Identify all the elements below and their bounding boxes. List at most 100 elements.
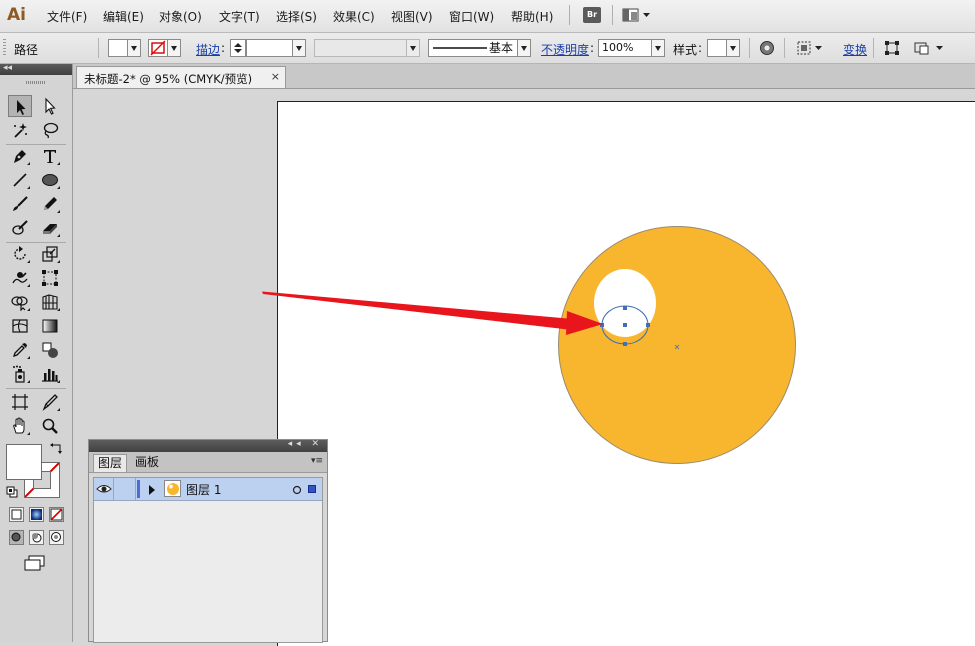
direct-selection-tool-icon — [45, 97, 56, 115]
slice-tool[interactable] — [38, 391, 62, 413]
lasso-tool[interactable] — [38, 119, 62, 141]
menu-help[interactable]: 帮助(H) — [511, 8, 553, 25]
perspective-grid-tool[interactable] — [38, 291, 62, 313]
menu-select[interactable]: 选择(S) — [276, 8, 317, 25]
rotate-tool[interactable] — [8, 243, 32, 265]
menu-edit[interactable]: 编辑(E) — [103, 8, 144, 25]
zoom-tool[interactable] — [38, 415, 62, 437]
stroke-weight-stepper[interactable] — [230, 39, 246, 57]
target-circle-icon — [292, 485, 302, 495]
swap-fill-stroke-button[interactable] — [49, 442, 63, 459]
ellipse-tool[interactable] — [38, 169, 62, 191]
default-fill-stroke-button[interactable] — [6, 486, 18, 501]
menu-type[interactable]: 文字(T) — [219, 8, 260, 25]
blob-brush-tool[interactable] — [8, 217, 32, 239]
menu-file[interactable]: 文件(F) — [47, 8, 87, 25]
free-transform-tool-icon — [42, 270, 58, 286]
draw-behind-icon — [32, 533, 42, 543]
panel-collapse-close-icon[interactable]: ◂◂ ✕ — [288, 439, 323, 449]
stroke-color-swatch[interactable] — [148, 39, 168, 57]
selection-tool[interactable] — [8, 95, 32, 117]
direct-selection-tool[interactable] — [38, 95, 62, 117]
tab-artboards[interactable]: 画板 — [131, 454, 163, 472]
tab-layers[interactable]: 图层 — [93, 454, 128, 472]
pen-tool[interactable] — [8, 145, 32, 167]
layer-thumbnail-preview — [167, 483, 179, 495]
layers-panel-header[interactable]: ◂◂ ✕ — [89, 439, 327, 452]
layer-row[interactable]: 图层 1 — [94, 478, 322, 501]
tools-panel-grip[interactable] — [26, 81, 46, 84]
collapse-icon[interactable]: ◂◂ — [3, 63, 12, 73]
isolate-selected-button[interactable] — [884, 40, 900, 56]
tools-panel-header[interactable]: ◂◂ — [0, 63, 72, 75]
stroke-panel-link[interactable]: 描边 — [196, 41, 220, 58]
recolor-artwork-button[interactable] — [759, 40, 775, 56]
pencil-tool[interactable] — [38, 193, 62, 215]
align-to-selection-icon — [797, 41, 822, 55]
menu-object[interactable]: 对象(O) — [159, 8, 202, 25]
opacity-dropdown[interactable] — [651, 39, 665, 57]
shape-builder-tool[interactable] — [8, 291, 32, 313]
selection-tool-icon — [17, 100, 26, 115]
menu-view[interactable]: 视图(V) — [391, 8, 433, 25]
graphic-style-swatch[interactable] — [707, 39, 727, 57]
gradient-tool[interactable] — [38, 315, 62, 337]
layer-name[interactable]: 图层 1 — [186, 481, 221, 498]
panel-menu-icon[interactable]: ▾≡ — [311, 456, 323, 466]
brush-definition-field[interactable]: 基本 — [428, 39, 518, 57]
fill-color-box[interactable] — [6, 444, 42, 480]
brush-definition-dropdown[interactable] — [517, 39, 531, 57]
menu-effect[interactable]: 效果(C) — [333, 8, 375, 25]
screen-mode-button[interactable] — [24, 555, 46, 574]
mesh-tool[interactable] — [8, 315, 32, 337]
eraser-tool[interactable] — [38, 217, 62, 239]
visibility-toggle[interactable] — [94, 478, 114, 500]
line-tool[interactable] — [8, 169, 32, 191]
scale-tool[interactable] — [38, 243, 62, 265]
symbol-sprayer-tool[interactable] — [8, 363, 32, 385]
arrange-documents-button[interactable] — [914, 40, 946, 56]
fill-color-swatch[interactable] — [108, 39, 128, 57]
draw-behind-button[interactable] — [29, 530, 44, 545]
menu-window[interactable]: 窗口(W) — [449, 8, 494, 25]
type-tool[interactable] — [38, 145, 62, 167]
hand-tool[interactable] — [8, 415, 32, 437]
eyedropper-tool[interactable] — [8, 339, 32, 361]
lock-toggle[interactable] — [114, 478, 136, 500]
blend-tool[interactable] — [38, 339, 62, 361]
artboard[interactable] — [277, 101, 975, 646]
fill-color-dropdown[interactable] — [127, 39, 141, 57]
stroke-weight-dropdown[interactable] — [292, 39, 306, 57]
magic-wand-tool[interactable] — [8, 119, 32, 141]
opacity-input[interactable]: 100% — [598, 39, 654, 57]
color-mode-button[interactable] — [9, 507, 24, 522]
artboard-tool[interactable] — [8, 391, 32, 413]
expand-layer-toggle[interactable] — [148, 484, 156, 498]
column-graph-tool[interactable] — [38, 363, 62, 385]
target-selection-button[interactable] — [292, 484, 302, 498]
control-bar-grip[interactable] — [3, 39, 6, 57]
artboard-tool-icon — [12, 394, 28, 410]
draw-inside-button[interactable] — [49, 530, 64, 545]
close-icon[interactable]: × — [271, 70, 280, 83]
document-tab[interactable]: 未标题-2* @ 95% (CMYK/预览) × — [76, 66, 286, 88]
tool-flyout-indicator — [27, 260, 30, 263]
bridge-button[interactable]: Br — [583, 7, 601, 23]
align-options-button[interactable] — [796, 40, 824, 56]
transform-panel-link[interactable]: 变换 — [843, 41, 867, 58]
selection-indicator[interactable] — [308, 485, 316, 493]
variable-width-dropdown[interactable] — [406, 39, 420, 57]
warp-tool[interactable] — [8, 267, 32, 289]
stroke-color-dropdown[interactable] — [167, 39, 181, 57]
opacity-panel-link[interactable]: 不透明度 — [541, 41, 589, 58]
control-separator — [98, 38, 99, 58]
draw-normal-button[interactable] — [9, 530, 24, 545]
graphic-style-dropdown[interactable] — [726, 39, 740, 57]
free-transform-tool[interactable] — [38, 267, 62, 289]
paintbrush-tool[interactable] — [8, 193, 32, 215]
variable-width-profile[interactable] — [314, 39, 409, 57]
stroke-weight-input[interactable] — [246, 39, 294, 57]
gradient-mode-button[interactable] — [29, 507, 44, 522]
workspace-switcher-button[interactable] — [622, 7, 652, 23]
none-mode-button[interactable] — [49, 507, 64, 522]
